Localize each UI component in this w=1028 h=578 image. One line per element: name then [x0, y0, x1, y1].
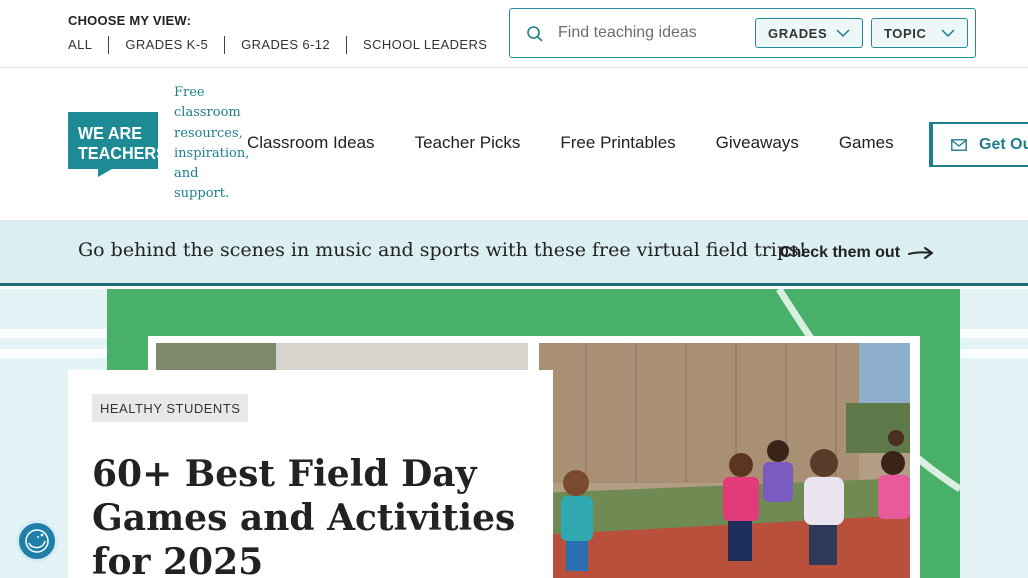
- nav-teacher-picks[interactable]: Teacher Picks: [415, 133, 521, 153]
- nav-free-printables[interactable]: Free Printables: [560, 133, 675, 153]
- view-link-grades-k-5[interactable]: GRADES K-5: [108, 36, 224, 54]
- we-are-teachers-logo[interactable]: WE ARE TEACHERS: [68, 112, 158, 177]
- topic-dropdown-label: TOPIC: [884, 25, 927, 41]
- view-selector-label: CHOOSE MY VIEW:: [68, 13, 192, 28]
- view-link-grades-6-12[interactable]: GRADES 6-12: [224, 36, 346, 54]
- newsletter-cta-button[interactable]: Get Ou: [929, 122, 1028, 167]
- search-input[interactable]: [558, 21, 748, 45]
- site-tagline: Free classroom resources, inspiration, a…: [174, 85, 250, 202]
- nav-classroom-ideas[interactable]: Classroom Ideas: [247, 133, 375, 153]
- article-title[interactable]: 60+ Best Field Day Games and Activities …: [92, 452, 532, 578]
- promo-link[interactable]: Check them out: [780, 244, 934, 262]
- nav-games[interactable]: Games: [839, 133, 894, 153]
- site-header: WE ARE TEACHERS Free classroom resources…: [0, 68, 1028, 221]
- view-link-all[interactable]: ALL: [68, 36, 108, 54]
- promo-banner: Go behind the scenes in music and sports…: [0, 221, 1028, 286]
- mail-icon: [951, 138, 967, 151]
- view-link-school-leaders[interactable]: SCHOOL LEADERS: [346, 36, 503, 54]
- grades-dropdown-label: GRADES: [768, 25, 828, 41]
- view-selector-links: ALL GRADES K-5 GRADES 6-12 SCHOOL LEADER…: [68, 35, 503, 55]
- grades-dropdown[interactable]: GRADES: [755, 18, 863, 48]
- promo-link-label: Check them out: [780, 244, 901, 261]
- main-nav: Classroom Ideas Teacher Picks Free Print…: [247, 133, 934, 153]
- svg-text:WE ARE: WE ARE: [78, 123, 142, 143]
- chevron-down-icon: [836, 29, 850, 38]
- arrow-right-icon: [908, 247, 934, 259]
- topic-dropdown[interactable]: TOPIC: [871, 18, 968, 48]
- search-icon[interactable]: [526, 25, 544, 43]
- search-box: GRADES TOPIC: [509, 8, 976, 58]
- newsletter-cta-label: Get Ou: [979, 135, 1028, 153]
- category-badge[interactable]: HEALTHY STUDENTS: [92, 394, 249, 422]
- featured-article-card: HEALTHY STUDENTS 60+ Best Field Day Game…: [68, 370, 553, 578]
- svg-text:TEACHERS: TEACHERS: [78, 143, 158, 163]
- top-utility-bar: CHOOSE MY VIEW: ALL GRADES K-5 GRADES 6-…: [0, 0, 1028, 68]
- nav-giveaways[interactable]: Giveaways: [716, 133, 799, 153]
- accessibility-icon: [25, 529, 49, 553]
- accessibility-button[interactable]: [16, 520, 58, 562]
- promo-text: Go behind the scenes in music and sports…: [78, 239, 807, 261]
- chevron-down-icon: [941, 29, 955, 38]
